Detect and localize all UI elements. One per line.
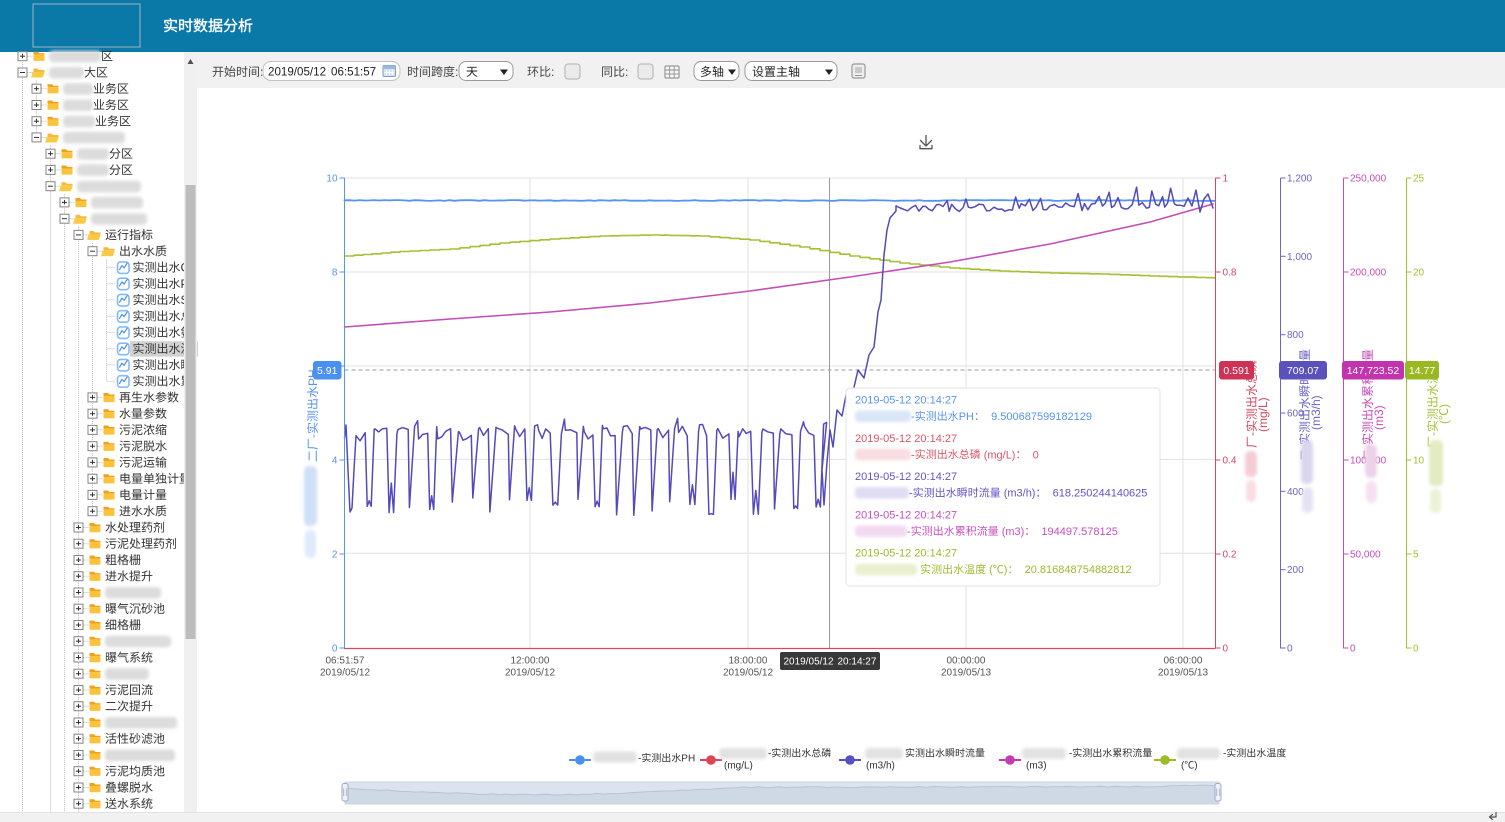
svg-text:20:14:27: 20:14:27 bbox=[914, 433, 957, 445]
svg-text:10: 10 bbox=[326, 174, 338, 185]
svg-text:4: 4 bbox=[332, 456, 338, 467]
svg-text:709.07: 709.07 bbox=[1287, 365, 1319, 377]
svg-text:(mg/L): (mg/L) bbox=[724, 761, 753, 772]
svg-text:0: 0 bbox=[1413, 644, 1419, 655]
svg-text:250,000: 250,000 bbox=[1350, 174, 1387, 185]
svg-text:(m3): (m3) bbox=[1002, 526, 1025, 538]
svg-text::: : bbox=[551, 65, 554, 79]
svg-text:25: 25 bbox=[1413, 174, 1425, 185]
svg-text:147,723.52: 147,723.52 bbox=[1347, 365, 1400, 377]
svg-text:20:14:27: 20:14:27 bbox=[914, 509, 957, 521]
svg-text:20: 20 bbox=[1413, 268, 1425, 279]
svg-text:2019-05-12: 2019-05-12 bbox=[855, 548, 911, 560]
svg-text:2019-05-12: 2019-05-12 bbox=[855, 433, 911, 445]
svg-text:9.500687599182129: 9.500687599182129 bbox=[991, 411, 1092, 423]
svg-text:-: - bbox=[909, 488, 913, 500]
svg-text:0: 0 bbox=[1223, 644, 1229, 655]
svg-text:0.2: 0.2 bbox=[1223, 550, 1237, 561]
svg-text:): ) bbox=[1004, 564, 1008, 576]
svg-text:-: - bbox=[306, 434, 320, 438]
svg-text:20:14:27: 20:14:27 bbox=[914, 548, 957, 560]
svg-text:0: 0 bbox=[1350, 644, 1356, 655]
svg-text:00:00:00: 00:00:00 bbox=[947, 656, 986, 667]
svg-text:0: 0 bbox=[1033, 449, 1039, 461]
svg-text:10: 10 bbox=[1413, 456, 1425, 467]
svg-text:618.250244140625: 618.250244140625 bbox=[1053, 488, 1148, 500]
svg-text:2019-05-12: 2019-05-12 bbox=[855, 395, 911, 407]
svg-text:14.77: 14.77 bbox=[1409, 365, 1435, 377]
svg-text:(m3/h): (m3/h) bbox=[1309, 395, 1323, 430]
svg-text:2019/05/12: 2019/05/12 bbox=[784, 657, 834, 668]
svg-text:12:00:00: 12:00:00 bbox=[511, 656, 550, 667]
svg-text:2019/05/13: 2019/05/13 bbox=[1158, 668, 1208, 679]
svg-text:-: - bbox=[638, 754, 641, 765]
svg-text:0.591: 0.591 bbox=[1223, 365, 1249, 377]
svg-text:(m3/h): (m3/h) bbox=[1004, 488, 1036, 500]
svg-text:(: ( bbox=[1437, 420, 1451, 424]
svg-text:0.4: 0.4 bbox=[1223, 456, 1237, 467]
svg-text:06:51:57: 06:51:57 bbox=[331, 66, 376, 79]
svg-text:-: - bbox=[1069, 749, 1072, 760]
svg-text::: : bbox=[625, 65, 628, 79]
svg-text:(m3): (m3) bbox=[1026, 761, 1047, 772]
svg-text:-: - bbox=[911, 449, 915, 461]
svg-text:20.816848754882812: 20.816848754882812 bbox=[1025, 564, 1132, 576]
svg-text:1,200: 1,200 bbox=[1287, 174, 1312, 185]
svg-text:(m3): (m3) bbox=[1372, 405, 1386, 430]
svg-text:-: - bbox=[1223, 749, 1226, 760]
svg-text:2019-05-12: 2019-05-12 bbox=[855, 471, 911, 483]
svg-text:-: - bbox=[768, 749, 771, 760]
svg-text:(mg/L): (mg/L) bbox=[984, 449, 1016, 461]
svg-text:1: 1 bbox=[1223, 174, 1229, 185]
svg-text:0: 0 bbox=[332, 644, 338, 655]
svg-text:-: - bbox=[907, 526, 911, 538]
svg-text:(m3/h): (m3/h) bbox=[866, 761, 895, 772]
svg-text:0: 0 bbox=[1287, 644, 1293, 655]
svg-text:20:14:27: 20:14:27 bbox=[838, 657, 877, 668]
svg-text:(: ( bbox=[989, 564, 993, 576]
svg-text:(: ( bbox=[1181, 761, 1185, 772]
svg-text:194497.578125: 194497.578125 bbox=[1041, 526, 1117, 538]
svg-text:2019/05/13: 2019/05/13 bbox=[941, 668, 991, 679]
svg-text:1,000: 1,000 bbox=[1287, 252, 1312, 263]
svg-text:8: 8 bbox=[332, 268, 338, 279]
svg-text:5.91: 5.91 bbox=[317, 365, 338, 377]
svg-text:PH: PH bbox=[959, 411, 974, 423]
svg-text:20:14:27: 20:14:27 bbox=[914, 471, 957, 483]
svg-text:06:00:00: 06:00:00 bbox=[1164, 656, 1203, 667]
svg-text:20:14:27: 20:14:27 bbox=[914, 395, 957, 407]
svg-text::: : bbox=[455, 65, 458, 79]
svg-text:200: 200 bbox=[1287, 565, 1304, 576]
svg-text:18:00:00: 18:00:00 bbox=[729, 656, 768, 667]
svg-text:2: 2 bbox=[332, 550, 338, 561]
svg-text:200,000: 200,000 bbox=[1350, 268, 1387, 279]
svg-text:2019/05/12: 2019/05/12 bbox=[723, 668, 773, 679]
svg-text:400: 400 bbox=[1287, 487, 1304, 498]
svg-text:2019/05/12: 2019/05/12 bbox=[320, 668, 370, 679]
svg-text:0.8: 0.8 bbox=[1223, 268, 1237, 279]
svg-text:5: 5 bbox=[1413, 550, 1419, 561]
svg-text:600: 600 bbox=[1287, 409, 1304, 420]
svg-text:PH: PH bbox=[681, 754, 695, 765]
svg-text:2019/05/12: 2019/05/12 bbox=[268, 66, 326, 79]
svg-text:800: 800 bbox=[1287, 330, 1304, 341]
svg-text:06:51:57: 06:51:57 bbox=[326, 656, 365, 667]
svg-text:-: - bbox=[911, 411, 915, 423]
svg-text:): ) bbox=[1437, 404, 1451, 408]
svg-text:2019/05/12: 2019/05/12 bbox=[505, 668, 555, 679]
svg-text:50,000: 50,000 bbox=[1350, 550, 1381, 561]
svg-text:2019-05-12: 2019-05-12 bbox=[855, 509, 911, 521]
svg-text:): ) bbox=[1194, 761, 1197, 772]
svg-text:-: - bbox=[1426, 432, 1440, 436]
svg-text:(mg/L): (mg/L) bbox=[1256, 397, 1270, 432]
